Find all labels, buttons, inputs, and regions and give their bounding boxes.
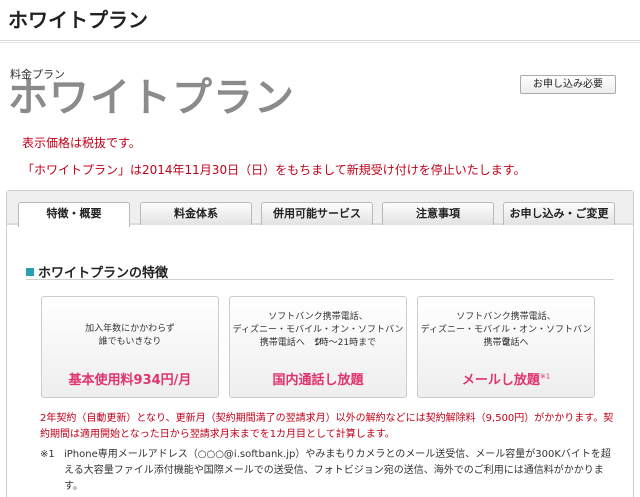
tab-apply-change[interactable]: お申し込み・ご変更 <box>503 202 615 225</box>
apply-required-button[interactable]: お申し込み必要 <box>520 75 616 94</box>
section-marker-icon <box>26 268 34 276</box>
feature-card-domestic-calls: ソフトバンク携帯電話、 ディズニー・モバイル・オン・ソフトバンク 携帯電話へ 1… <box>229 296 407 398</box>
title-divider <box>0 40 640 41</box>
contract-note: 2年契約（自動更新）となり、更新月（契約期間満了の翌請求月）以外の解約などには契… <box>40 413 614 440</box>
tax-notice: 表示価格は税抜です。 <box>22 136 141 150</box>
card-desc-line: ソフトバンク携帯電話、 <box>268 312 368 322</box>
footnote-ref: ※1 <box>539 372 551 381</box>
footnote-text: iPhone専用メールアドレス（○○○@i.softbank.jp）やみまもりカ… <box>64 449 611 492</box>
tab-overview[interactable]: 特徴・概要 <box>18 202 130 227</box>
card-highlight: 基本使用料934円/月 <box>68 373 192 388</box>
plan-logo: ホワイトプラン <box>8 75 295 121</box>
feature-card-mail: ソフトバンク携帯電話、 ディズニー・モバイル・オン・ソフトバンク 携帯電話へ メ… <box>417 296 595 398</box>
card-highlight: メールし放題※1 <box>418 369 594 388</box>
footnote-mark: ※1 <box>40 449 55 460</box>
card-desc-line: 誰でもいきなり <box>98 337 162 347</box>
title-divider-secondary <box>0 42 640 43</box>
card-desc-line: ソフトバンク携帯電話、 <box>456 312 556 322</box>
tab-compatible-services[interactable]: 併用可能サービス <box>261 202 373 225</box>
feature-card-basic-fee: 加入年数にかかわらず 誰でもいきなり 基本使用料934円/月 <box>41 296 219 398</box>
page-title: ホワイトプラン <box>8 8 148 32</box>
card-desc-line: 加入年数にかかわらず <box>85 324 175 334</box>
section-divider <box>26 279 614 280</box>
tab-pricing[interactable]: 料金体系 <box>140 202 252 225</box>
footnote: ※1 iPhone専用メールアドレス（○○○@i.softbank.jp）やみま… <box>40 447 620 495</box>
discontinuation-notice: 「ホワイトプラン」は2014年11月30日（日）をもちまして新規受け付けを停止い… <box>22 163 526 177</box>
card-highlight-text: メールし放題 <box>461 373 540 388</box>
tab-notes[interactable]: 注意事項 <box>382 202 494 225</box>
card-desc-line: 携帯電話へ 1時〜21時まで <box>259 338 377 348</box>
card-desc-line: 携帯電話へ <box>483 338 529 348</box>
card-highlight: 国内通話し放題 <box>272 373 364 388</box>
